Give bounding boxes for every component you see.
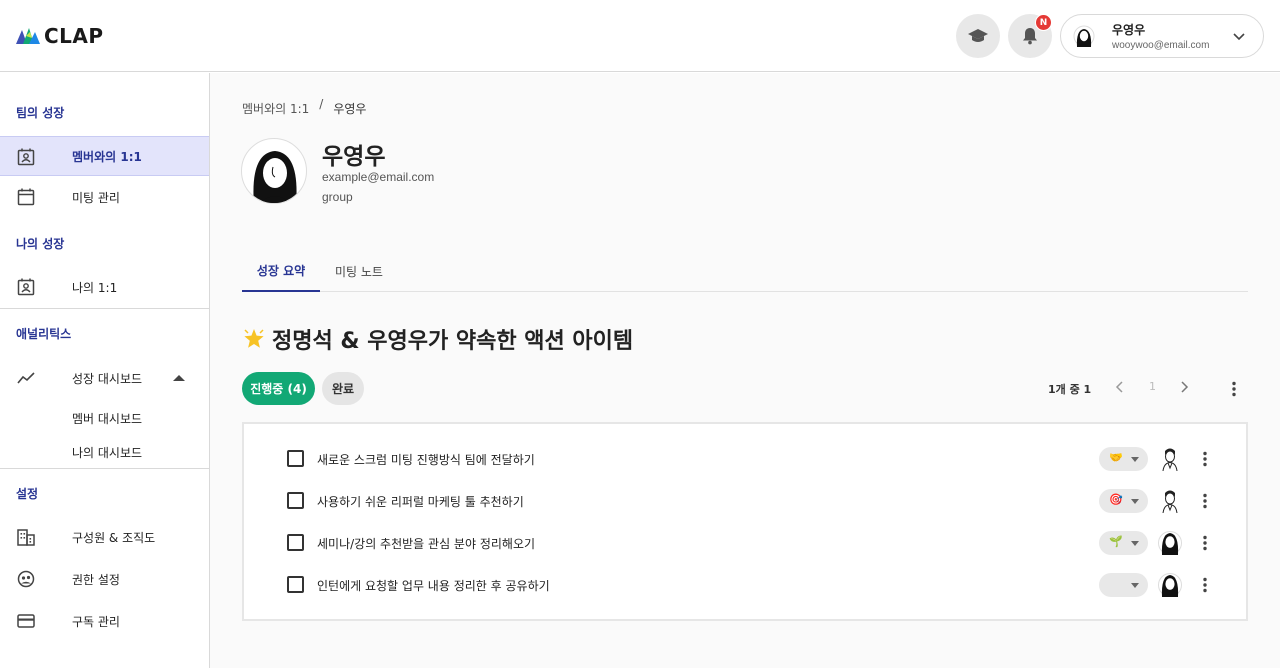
sidebar-item-my-1on1[interactable]: 나의 1:1 xyxy=(0,267,209,307)
action-item-row: 새로운 스크럼 미팅 진행방식 팀에 전달하기 🤝 xyxy=(244,438,1246,480)
building-icon xyxy=(17,529,35,546)
user-name: 우영우 xyxy=(1112,23,1146,37)
credit-card-icon xyxy=(17,614,35,628)
user-email: wooywoo@email.com xyxy=(1112,40,1210,51)
caret-down-icon xyxy=(1131,583,1139,588)
man-avatar-icon[interactable] xyxy=(1158,488,1182,514)
trend-line-icon xyxy=(17,372,35,384)
breadcrumb: 멤버와의 1:1 / 우영우 xyxy=(242,97,367,117)
seedling-icon: 🌱 xyxy=(1109,535,1123,548)
chevron-down-icon xyxy=(1233,33,1245,41)
woman-avatar-icon[interactable] xyxy=(1158,530,1182,556)
action-item-checkbox[interactable] xyxy=(287,492,304,509)
sidebar-item-label: 성장 대시보드 xyxy=(72,371,143,386)
sidebar-divider xyxy=(0,308,209,309)
sidebar-item-label: 구독 관리 xyxy=(72,614,120,629)
caret-down-icon xyxy=(1131,541,1139,546)
sidebar-item-label: 나의 1:1 xyxy=(72,280,118,295)
caret-up-icon[interactable] xyxy=(172,374,186,382)
woman-avatar-icon xyxy=(253,151,297,203)
calendar-icon xyxy=(17,188,35,206)
sidebar-item-label: 미팅 관리 xyxy=(72,190,120,205)
sidebar-item-permissions[interactable]: 권한 설정 xyxy=(0,559,209,599)
sidebar-item-growth-dashboard[interactable]: 성장 대시보드 xyxy=(0,358,209,398)
profile-avatar xyxy=(241,138,307,204)
caret-down-icon xyxy=(1131,457,1139,462)
action-item-text: 새로운 스크럼 미팅 진행방식 팀에 전달하기 xyxy=(317,453,535,467)
chevron-left-icon[interactable] xyxy=(1113,380,1127,394)
tab-meeting-notes[interactable]: 미팅 노트 xyxy=(320,251,398,292)
graduation-cap-icon xyxy=(968,29,988,42)
profile-email: example@email.com xyxy=(322,170,435,184)
logo-text: CLAP xyxy=(44,24,104,48)
sidebar-item-label: 권한 설정 xyxy=(72,572,120,587)
more-vertical-icon[interactable] xyxy=(1195,533,1215,553)
filter-done[interactable]: 완료 xyxy=(322,372,364,405)
chevron-right-icon[interactable] xyxy=(1177,380,1191,394)
breadcrumb-parent[interactable]: 멤버와의 1:1 xyxy=(242,100,309,117)
calendar-person-icon xyxy=(17,278,35,296)
more-vertical-icon[interactable] xyxy=(1224,379,1244,399)
top-header: CLAP N 우영우 wooywoo@email.com xyxy=(0,0,1280,72)
sidebar-divider xyxy=(0,468,209,469)
sidebar-item-member-1on1[interactable]: 멤버와의 1:1 xyxy=(0,136,209,176)
man-avatar-icon[interactable] xyxy=(1158,446,1182,472)
section-title-analytics: 애널리틱스 xyxy=(16,327,72,341)
section-title-team-growth: 팀의 성장 xyxy=(16,106,65,120)
sidebar-item-label: 멤버와의 1:1 xyxy=(72,149,142,164)
person-card-icon xyxy=(17,148,35,166)
action-item-row: 인턴에게 요청할 업무 내용 정리한 후 공유하기 xyxy=(244,564,1246,606)
bell-icon xyxy=(1023,28,1037,45)
profile-group: group xyxy=(322,190,353,204)
sidebar-item-meeting-management[interactable]: 미팅 관리 xyxy=(0,177,209,217)
filter-in-progress[interactable]: 진행중 (4) xyxy=(242,372,315,405)
pagination-count: 1개 중 1 xyxy=(1048,383,1092,396)
section-title-my-growth: 나의 성장 xyxy=(16,237,65,251)
sidebar-subitem-member-dashboard[interactable]: 멤버 대시보드 xyxy=(72,410,142,427)
notification-badge: N xyxy=(1035,14,1052,31)
action-item-text: 사용하기 쉬운 리퍼럴 마케팅 툴 추천하기 xyxy=(317,495,524,509)
action-item-checkbox[interactable] xyxy=(287,576,304,593)
section-title-settings: 설정 xyxy=(16,487,39,501)
user-shield-icon xyxy=(17,570,35,588)
sidebar-subitem-my-dashboard[interactable]: 나의 대시보드 xyxy=(72,444,142,461)
breadcrumb-separator: / xyxy=(319,97,324,111)
sidebar-item-subscription[interactable]: 구독 관리 xyxy=(0,601,209,641)
action-item-checkbox[interactable] xyxy=(287,450,304,467)
action-items-card: 새로운 스크럼 미팅 진행방식 팀에 전달하기 🤝 사용하기 쉬운 리퍼럴 마케… xyxy=(242,422,1248,621)
sidebar: 팀의 성장 멤버와의 1:1 미팅 관리 나의 성장 나의 1:1 애널리틱스 … xyxy=(0,73,210,668)
more-vertical-icon[interactable] xyxy=(1195,575,1215,595)
more-vertical-icon[interactable] xyxy=(1195,491,1215,511)
action-item-row: 세미나/강의 추천받을 관심 분야 정리해오기 🌱 xyxy=(244,522,1246,564)
action-item-text: 세미나/강의 추천받을 관심 분야 정리해오기 xyxy=(317,537,536,551)
handshake-icon: 🤝 xyxy=(1109,451,1123,464)
pagination-page: 1 xyxy=(1149,380,1156,393)
caret-down-icon xyxy=(1131,499,1139,504)
clap-logo-icon xyxy=(16,28,40,44)
education-button[interactable] xyxy=(956,14,1000,58)
emoji-selector[interactable] xyxy=(1099,573,1148,597)
action-items-title-text: 정명석 & 우영우가 약속한 액션 아이템 xyxy=(272,329,634,354)
action-item-row: 사용하기 쉬운 리퍼럴 마케팅 툴 추천하기 🎯 xyxy=(244,480,1246,522)
emoji-selector[interactable]: 🎯 xyxy=(1099,489,1148,513)
sidebar-item-label: 구성원 & 조직도 xyxy=(72,530,156,545)
breadcrumb-current: 우영우 xyxy=(333,102,367,116)
action-item-text: 인턴에게 요청할 업무 내용 정리한 후 공유하기 xyxy=(317,579,550,593)
action-items-title: 정명석 & 우영우가 약속한 액션 아이템 xyxy=(242,323,633,355)
sidebar-item-members-org[interactable]: 구성원 & 조직도 xyxy=(0,517,209,557)
main-content: 멤버와의 1:1 / 우영우 우영우 example@email.com gro… xyxy=(210,73,1280,668)
glowing-star-icon xyxy=(244,329,264,348)
more-vertical-icon[interactable] xyxy=(1195,449,1215,469)
tab-bar: 성장 요약 미팅 노트 xyxy=(242,251,1248,292)
tab-growth-summary[interactable]: 성장 요약 xyxy=(242,251,320,292)
woman-avatar-icon xyxy=(1073,25,1095,47)
target-icon: 🎯 xyxy=(1109,493,1123,506)
woman-avatar-icon[interactable] xyxy=(1158,572,1182,598)
emoji-selector[interactable]: 🤝 xyxy=(1099,447,1148,471)
action-item-checkbox[interactable] xyxy=(287,534,304,551)
emoji-selector[interactable]: 🌱 xyxy=(1099,531,1148,555)
user-menu[interactable]: 우영우 wooywoo@email.com xyxy=(1060,14,1264,58)
profile-name: 우영우 xyxy=(322,144,386,170)
clap-logo[interactable]: CLAP xyxy=(16,24,104,48)
